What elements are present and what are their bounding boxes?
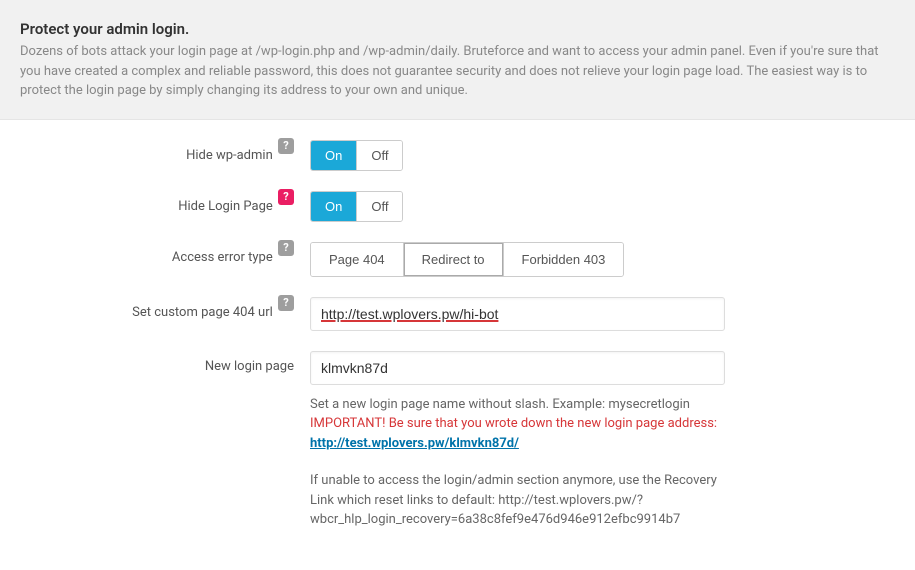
new-login-url-link[interactable]: http://test.wplovers.pw/klmvkn87d/ <box>310 436 519 451</box>
label-new-login-page: New login page <box>205 359 294 374</box>
recovery-hint: If unable to access the login/admin sect… <box>310 471 730 530</box>
option-redirect-to[interactable]: Redirect to <box>403 243 503 276</box>
help-icon[interactable]: ? <box>278 295 294 311</box>
label-access-error-type: Access error type <box>172 250 273 265</box>
help-icon[interactable]: ? <box>278 240 294 256</box>
row-custom-404-url: Set custom page 404 url ? <box>0 297 915 331</box>
new-login-hint: Set a new login page name without slash.… <box>310 395 730 454</box>
label-hide-login-page: Hide Login Page <box>178 199 273 214</box>
option-page-404[interactable]: Page 404 <box>311 243 403 276</box>
option-forbidden-403[interactable]: Forbidden 403 <box>503 243 624 276</box>
toggle-off-button[interactable]: Off <box>356 192 402 221</box>
help-icon[interactable]: ? <box>278 138 294 154</box>
label-custom-404-url: Set custom page 404 url <box>132 305 273 320</box>
toggle-on-button[interactable]: On <box>311 192 356 221</box>
row-hide-login-page: Hide Login Page ? On Off <box>0 191 915 222</box>
toggle-on-button[interactable]: On <box>311 141 356 170</box>
radio-access-error-type: Page 404 Redirect to Forbidden 403 <box>310 242 624 277</box>
header-title: Protect your admin login. <box>20 20 895 38</box>
toggle-hide-wp-admin: On Off <box>310 140 403 171</box>
row-new-login-page: New login page Set a new login page name… <box>0 351 915 530</box>
header-description: Dozens of bots attack your login page at… <box>20 42 895 101</box>
toggle-hide-login-page: On Off <box>310 191 403 222</box>
help-icon[interactable]: ? <box>278 189 294 205</box>
new-login-page-input[interactable] <box>310 351 725 385</box>
row-access-error-type: Access error type ? Page 404 Redirect to… <box>0 242 915 277</box>
label-hide-wp-admin: Hide wp-admin <box>186 148 273 163</box>
toggle-off-button[interactable]: Off <box>356 141 402 170</box>
hint-example: Set a new login page name without slash.… <box>310 397 690 412</box>
settings-form: Hide wp-admin ? On Off Hide Login Page ?… <box>0 120 915 570</box>
row-hide-wp-admin: Hide wp-admin ? On Off <box>0 140 915 171</box>
custom-404-url-input[interactable] <box>310 297 725 331</box>
hint-important: IMPORTANT! Be sure that you wrote down t… <box>310 416 717 431</box>
settings-header: Protect your admin login. Dozens of bots… <box>0 0 915 120</box>
